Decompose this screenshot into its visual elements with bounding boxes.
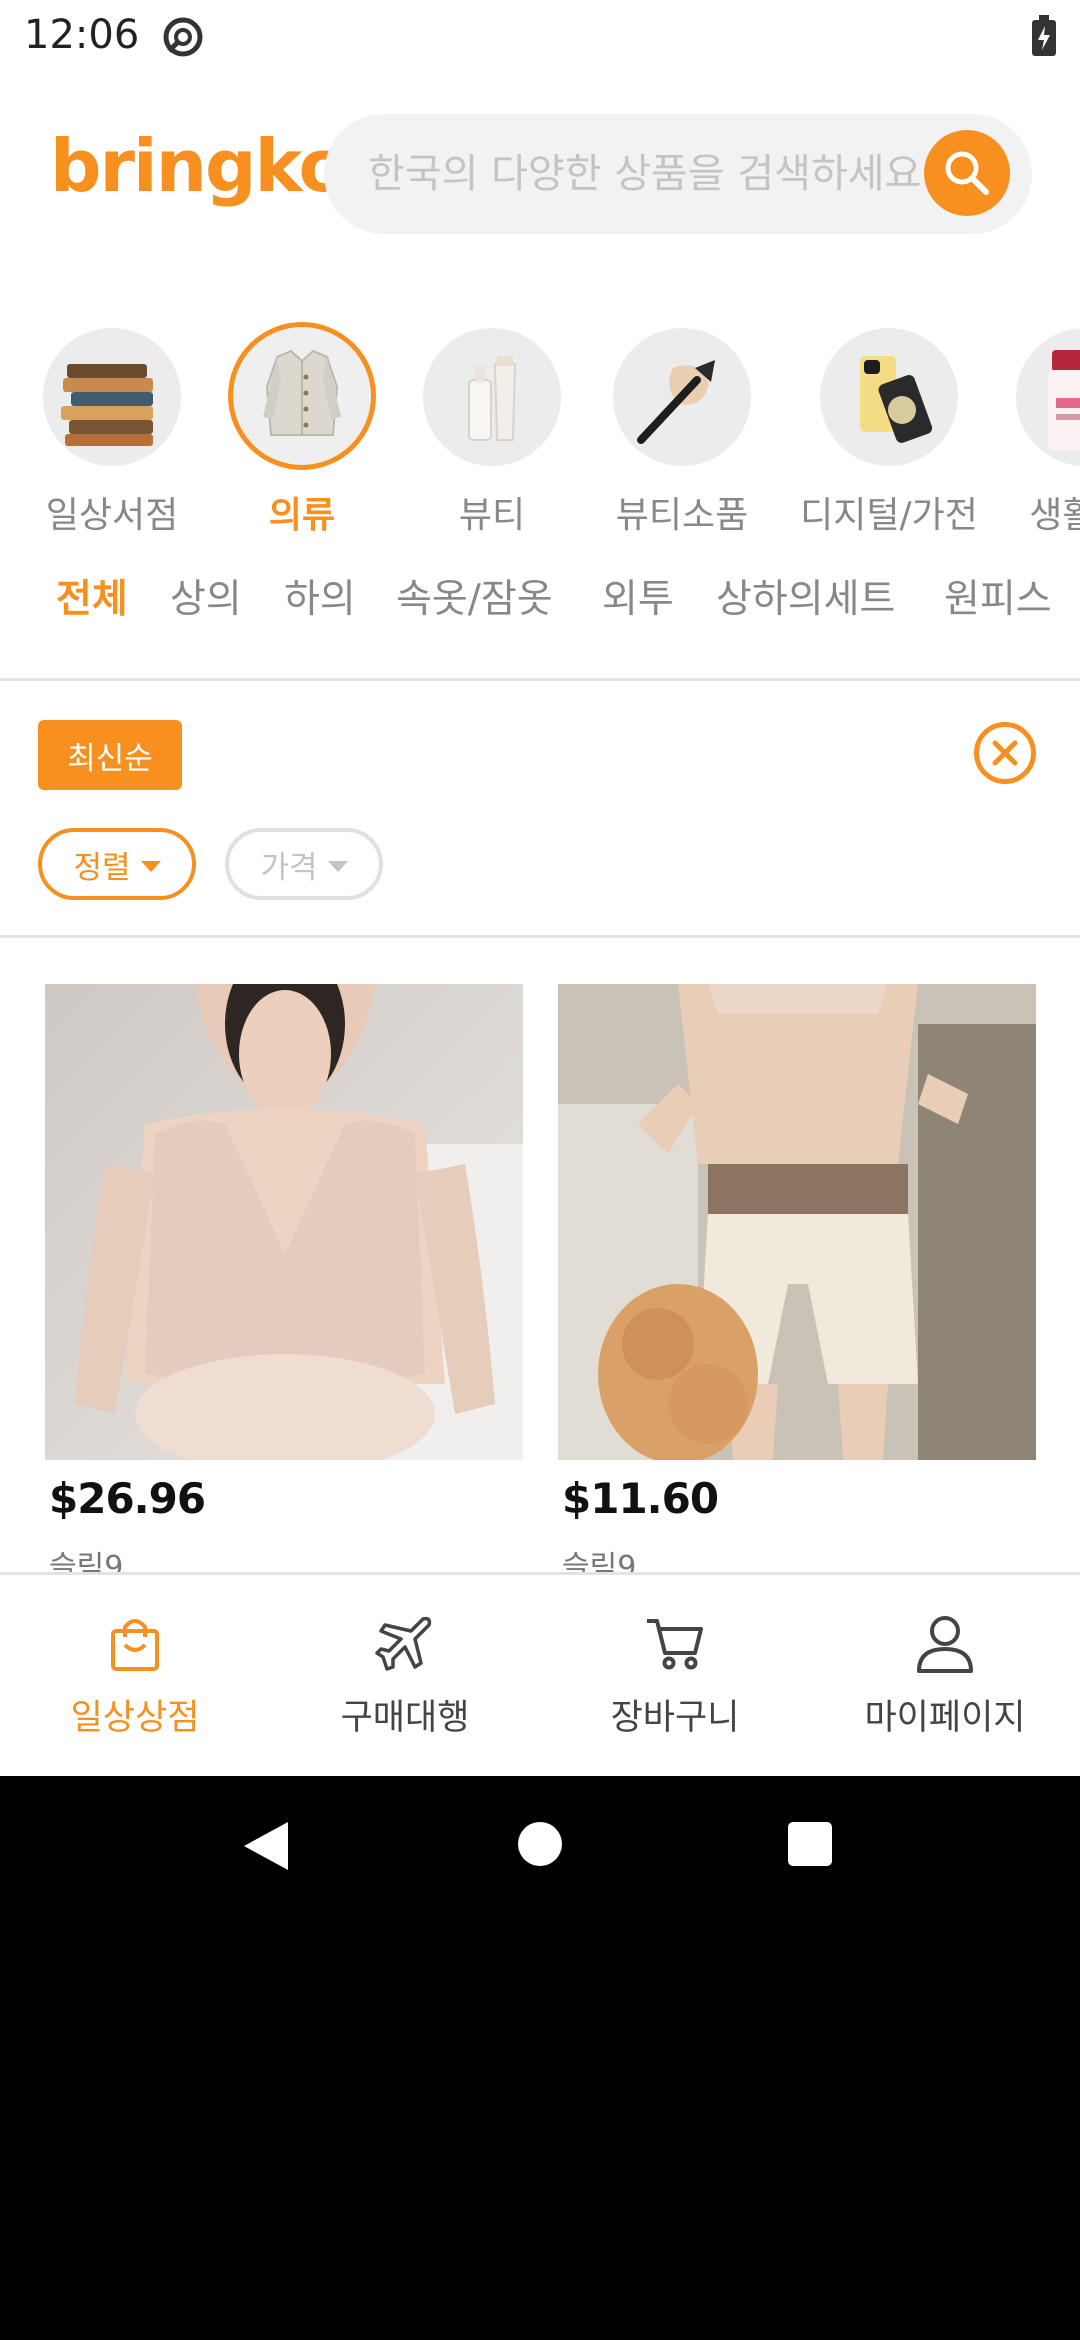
category-beauty[interactable]: 뷰티 [397,320,587,538]
bottom-navigation: 일상상점 구매대행 장바구니 마이페이지 [0,1572,1080,1776]
nav-purchase-agent[interactable]: 구매대행 [270,1575,540,1776]
category-clothing[interactable]: 의류 [207,320,397,538]
nav-daily-shop[interactable]: 일상상점 [0,1575,270,1776]
makeup-brush-icon [613,328,751,466]
nav-cart[interactable]: 장바구니 [540,1575,810,1776]
system-navigation-bar [0,1776,1080,1920]
category-carousel: 일상서점 의류 뷰티 뷰티소품 디지털/가전 생활 [0,320,1080,540]
nav-my-page[interactable]: 마이페이지 [810,1575,1080,1776]
shopping-bag-icon [111,1619,159,1671]
nav-label: 장바구니 [610,1698,740,1738]
cosmetics-icon [423,328,561,466]
price-label: 가격 [260,849,318,886]
tab-dresses[interactable]: 원피스 [944,568,1052,624]
tab-underwear[interactable]: 속옷/잠옷 [396,568,553,624]
sort-dropdown[interactable]: 정렬 [38,828,196,900]
divider [0,935,1080,938]
product-price: $26.96 [49,1474,206,1523]
home-icon[interactable] [518,1822,562,1866]
category-label: 일상서점 [45,495,179,536]
category-books[interactable]: 일상서점 [17,320,207,538]
chevron-down-icon [327,860,348,872]
tab-tops[interactable]: 상의 [170,568,242,624]
tab-bottoms[interactable]: 하의 [284,568,356,624]
category-label: 디지털/가전 [800,495,978,536]
nav-label: 마이페이지 [864,1698,1026,1738]
tab-all[interactable]: 전체 [56,568,128,624]
books-icon [43,328,181,466]
category-label: 뷰티소품 [615,495,749,536]
product-card[interactable]: $11.60 슬림9 [558,984,1036,1585]
search-button[interactable] [924,130,1010,216]
category-label: 의류 [268,495,336,536]
tab-outerwear[interactable]: 외투 [602,568,674,624]
back-icon[interactable] [244,1822,288,1870]
category-label: 뷰티 [458,495,526,536]
category-living[interactable]: 생활/건 [990,320,1080,538]
search-bar[interactable] [324,114,1032,234]
chevron-down-icon [140,860,161,872]
airplane-icon [375,1616,432,1671]
supplement-icon [1016,328,1080,466]
app-screen: 12:06 bringko 한국의 다양한 상품을 검색하세요 일상서점 의류 … [0,0,1080,1776]
subcategory-tabs: 전체 상의 하의 속옷/잠옷 외투 상하의세트 원피스 [0,568,1080,634]
cart-icon [647,1619,703,1670]
sort-label: 정렬 [73,849,131,886]
brand-logo[interactable]: bringko [50,124,348,208]
product-card[interactable]: $26.96 슬림9 [45,984,523,1585]
price-dropdown[interactable]: 가격 [225,828,383,900]
user-icon [917,1616,973,1673]
tab-sets[interactable]: 상하의세트 [716,568,895,624]
nav-label: 일상상점 [70,1698,200,1738]
active-filter-chip[interactable]: 최신순 [38,720,182,790]
jacket-icon [228,322,376,470]
search-input[interactable] [368,114,928,234]
battery-icon [1032,15,1056,56]
clear-filter-button[interactable] [974,722,1036,784]
product-price: $11.60 [562,1474,719,1523]
notification-icon [163,17,203,57]
divider [0,678,1080,681]
product-image[interactable] [45,984,523,1460]
recent-apps-icon[interactable] [788,1822,832,1866]
status-time: 12:06 [24,12,140,58]
phone-icon [820,328,958,466]
status-bar: 12:06 [0,0,1080,72]
nav-label: 구매대행 [340,1698,470,1738]
category-digital[interactable]: 디지털/가전 [794,320,984,538]
product-image[interactable] [558,984,1036,1460]
category-label: 생활/건 [1029,495,1080,536]
category-beauty-tools[interactable]: 뷰티소품 [587,320,777,538]
search-icon [945,151,989,195]
close-icon [992,740,1018,766]
